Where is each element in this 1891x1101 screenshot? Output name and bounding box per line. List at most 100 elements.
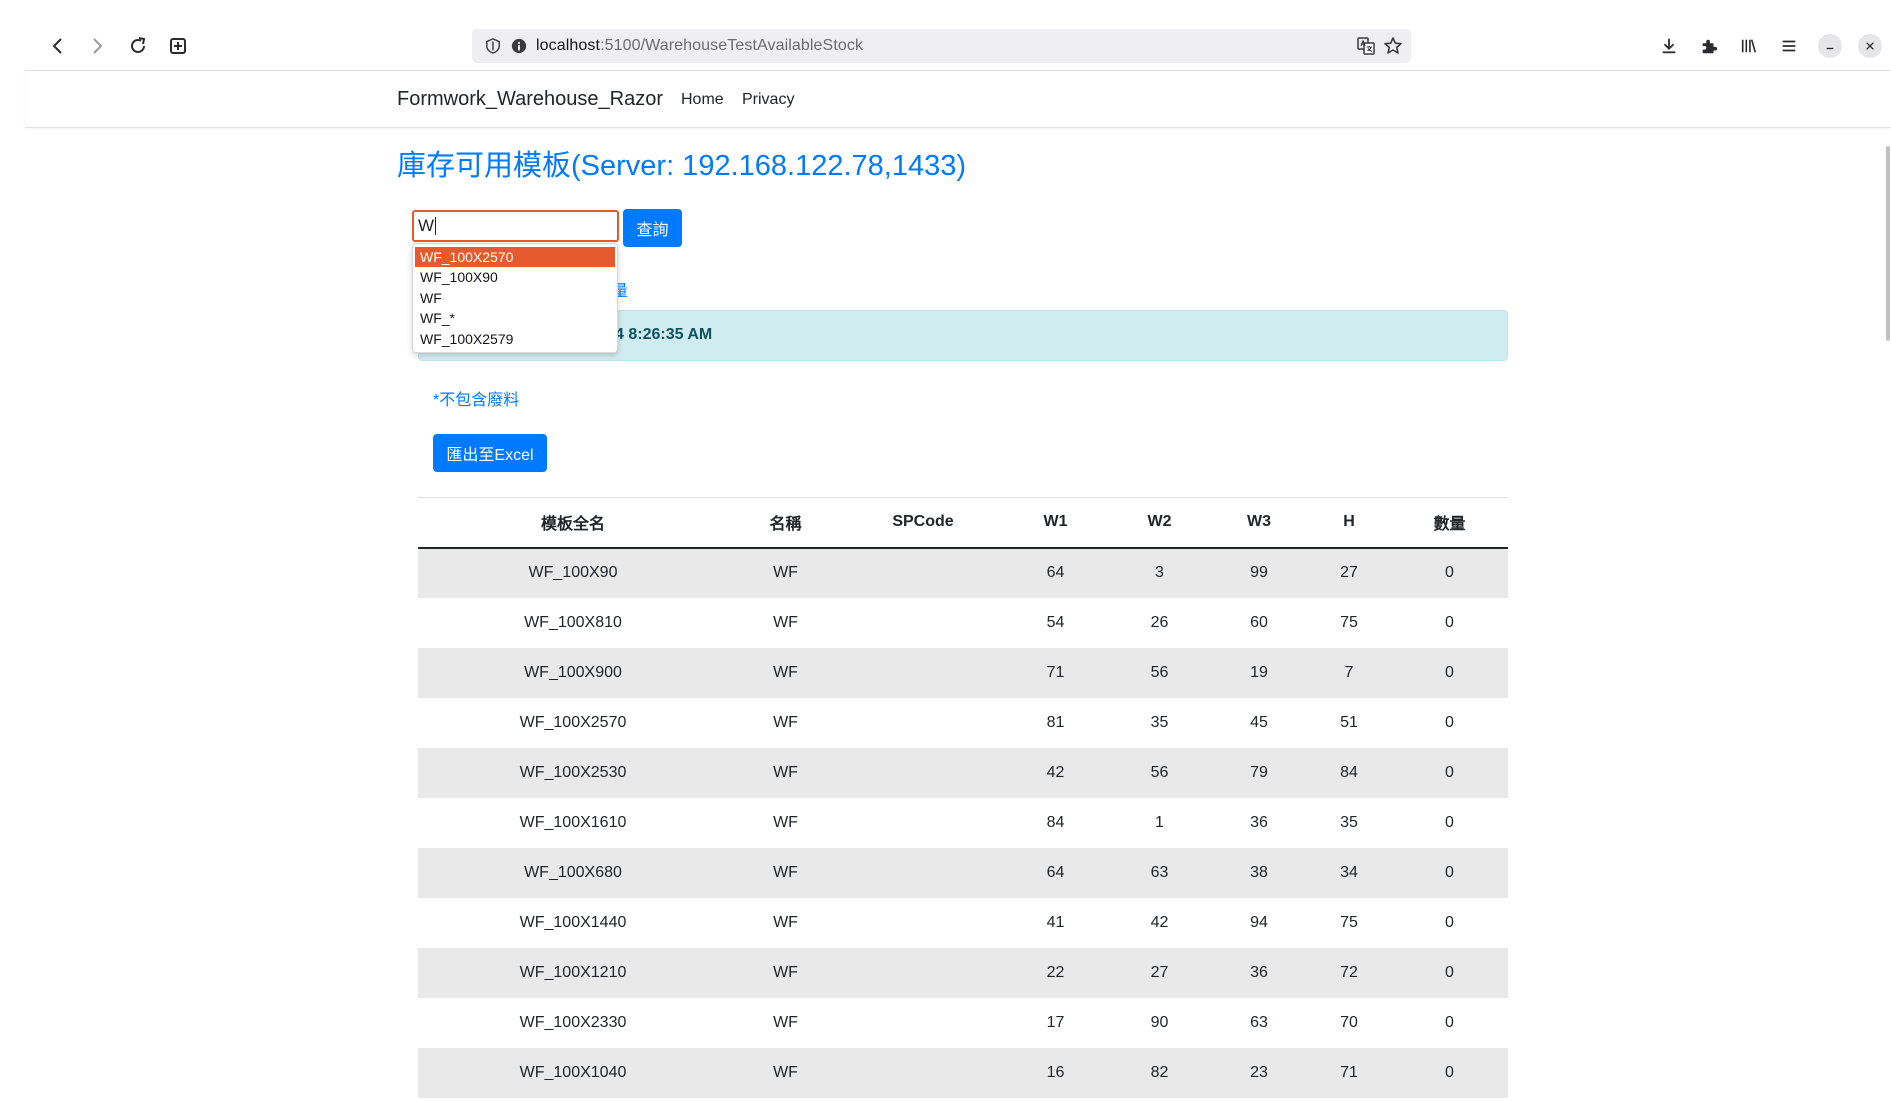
cell-quantity: 0 xyxy=(1391,647,1508,698)
search-input[interactable]: W xyxy=(412,210,619,242)
shield-icon[interactable] xyxy=(484,37,502,55)
cell-name: WF xyxy=(773,813,798,831)
cell-full-name: WF_100X1440 xyxy=(519,913,627,931)
cell-w3: 38 xyxy=(1211,847,1307,898)
search-input-value: W xyxy=(418,216,435,235)
cell-w1: 64 xyxy=(1003,547,1108,598)
cell-quantity: 0 xyxy=(1391,747,1508,798)
cell-w2: 56 xyxy=(1108,647,1211,698)
nav-link-privacy[interactable]: Privacy xyxy=(742,91,794,109)
cell-w3: 79 xyxy=(1211,747,1307,798)
cell-quantity: 0 xyxy=(1391,1047,1508,1098)
column-header-h[interactable]: H xyxy=(1307,497,1391,549)
close-icon[interactable] xyxy=(1858,34,1882,58)
url-path: :5100/WarehouseTestAvailableStock xyxy=(600,37,864,54)
cell-w3: 36 xyxy=(1211,947,1307,998)
column-header-w1[interactable]: W1 xyxy=(1003,497,1108,549)
cell-w1: 81 xyxy=(1046,713,1065,731)
url-bar[interactable]: localhost:5100/WarehouseTestAvailableSto… xyxy=(472,29,1411,63)
cell-w3: 45 xyxy=(1250,713,1268,731)
table-row: WF_100X90 WF 64 3 99 27 0 xyxy=(418,547,1508,598)
autocomplete-item[interactable]: WF_100X2570 xyxy=(415,247,615,268)
cell-h: 35 xyxy=(1340,813,1358,831)
column-header-spcode[interactable]: SPCode xyxy=(843,497,1003,549)
export-excel-button[interactable]: 匯出至Excel xyxy=(433,434,547,472)
cell-w1: 41 xyxy=(1046,913,1065,931)
cell-spcode xyxy=(843,598,1003,648)
page-scrollbar[interactable] xyxy=(1883,72,1891,1101)
table-row: WF_100X1040 WF 16 82 23 71 0 xyxy=(418,1047,1508,1098)
cell-w1: 84 xyxy=(1046,813,1065,831)
cell-w3: 94 xyxy=(1250,913,1268,931)
stock-table: 模板全名 名稱 SPCode W1 W2 W3 H 數量 WF_100X90 WF… xyxy=(418,497,1508,1098)
menu-icon[interactable] xyxy=(1777,34,1801,58)
cell-w3: 23 xyxy=(1211,1047,1307,1098)
table-body: WF_100X90 WF 64 3 99 27 0 WF_100X810 WF 54 26 60 75 0… xyxy=(418,547,1508,1098)
url-host: localhost xyxy=(536,37,601,54)
cell-w2: 35 xyxy=(1150,713,1169,731)
back-arrow-icon[interactable] xyxy=(42,30,74,62)
cell-full-name: WF_100X1210 xyxy=(418,947,728,998)
new-tab-icon[interactable] xyxy=(162,30,194,62)
page-title: 庫存可用模板(Server: 192.168.122.78,1433) xyxy=(397,150,966,182)
url-text[interactable]: localhost:5100/WarehouseTestAvailableSto… xyxy=(536,37,863,55)
download-icon[interactable] xyxy=(1657,34,1681,58)
forward-arrow-icon[interactable] xyxy=(81,30,113,62)
table-row: WF_100X2570 WF 81 35 45 51 0 xyxy=(418,698,1508,748)
column-header-name[interactable]: 名稱 xyxy=(728,497,843,549)
scrollbar-thumb[interactable] xyxy=(1886,146,1890,341)
table-row: WF_100X2530 WF 42 56 79 84 0 xyxy=(418,747,1508,798)
cell-w3: 60 xyxy=(1250,613,1268,631)
cell-w3: 19 xyxy=(1211,647,1307,698)
table-row: WF_100X1440 WF 41 42 94 75 0 xyxy=(418,898,1508,948)
autocomplete-dropdown: WF_100X2570 WF_100X90 WF WF_* WF_100X257… xyxy=(412,243,618,353)
cell-w3: 63 xyxy=(1250,1013,1268,1031)
cell-spcode xyxy=(843,1047,1003,1098)
autocomplete-item[interactable]: WF_100X90 xyxy=(415,267,615,287)
cell-w2: 56 xyxy=(1108,747,1211,798)
cell-spcode xyxy=(843,947,1003,998)
column-header-w2[interactable]: W2 xyxy=(1108,497,1211,549)
site-navbar: Formwork_Warehouse_Razor Home Privacy xyxy=(25,71,1891,128)
cell-w2: 1 xyxy=(1155,813,1164,831)
cell-w1: 16 xyxy=(1003,1047,1108,1098)
cell-spcode xyxy=(843,747,1003,798)
column-header-w3[interactable]: W3 xyxy=(1211,497,1307,549)
cell-spcode xyxy=(843,847,1003,898)
star-icon[interactable] xyxy=(1383,36,1403,56)
cell-h: 27 xyxy=(1307,547,1391,598)
table-row: WF_100X1210 WF 22 27 36 72 0 xyxy=(418,947,1508,998)
library-icon[interactable] xyxy=(1737,34,1761,58)
cell-full-name: WF_100X90 xyxy=(418,547,728,598)
translate-icon[interactable] xyxy=(1357,37,1375,55)
cell-spcode xyxy=(843,998,1003,1048)
cell-quantity: 0 xyxy=(1445,613,1454,631)
reload-icon[interactable] xyxy=(122,30,154,62)
cell-w1: 71 xyxy=(1003,647,1108,698)
minimize-icon[interactable] xyxy=(1818,34,1842,58)
query-button[interactable]: 查詢 xyxy=(623,209,682,247)
cell-full-name: WF_100X2530 xyxy=(418,747,728,798)
cell-w2: 63 xyxy=(1108,847,1211,898)
cell-full-name: WF_100X1040 xyxy=(418,1047,728,1098)
info-icon[interactable] xyxy=(510,37,528,55)
autocomplete-item[interactable]: WF_* xyxy=(415,308,615,328)
cell-h: 7 xyxy=(1307,647,1391,698)
cell-w3: 36 xyxy=(1250,813,1268,831)
autocomplete-item[interactable]: WF xyxy=(415,288,615,308)
cell-w2: 27 xyxy=(1108,947,1211,998)
table-row: WF_100X1610 WF 84 1 36 35 0 xyxy=(418,798,1508,848)
cell-w2: 26 xyxy=(1150,613,1169,631)
extensions-icon[interactable] xyxy=(1697,34,1721,58)
cell-w2: 42 xyxy=(1150,913,1169,931)
cell-h: 70 xyxy=(1340,1013,1358,1031)
autocomplete-item[interactable]: WF_100X2579 xyxy=(415,329,615,349)
site-brand[interactable]: Formwork_Warehouse_Razor xyxy=(397,88,663,111)
column-header-full-name[interactable]: 模板全名 xyxy=(418,497,728,549)
cell-w1: 54 xyxy=(1046,613,1065,631)
cell-h: 75 xyxy=(1340,613,1358,631)
text-caret xyxy=(435,217,437,235)
cell-w1: 17 xyxy=(1046,1013,1065,1031)
nav-link-home[interactable]: Home xyxy=(681,91,724,109)
column-header-quantity[interactable]: 數量 xyxy=(1391,497,1508,549)
